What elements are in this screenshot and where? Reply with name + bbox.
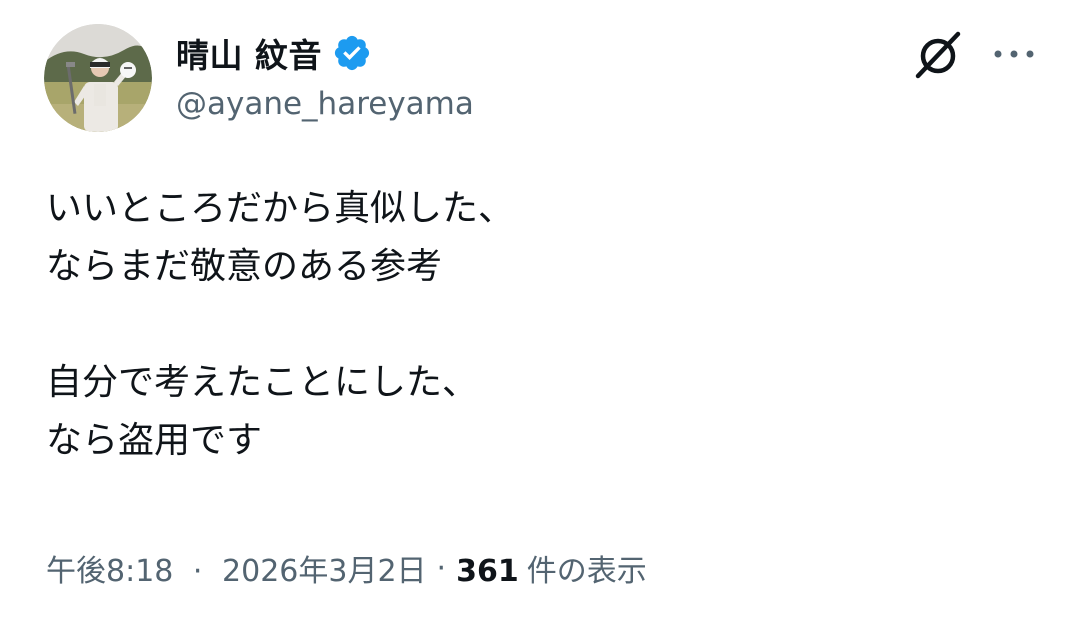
profile-photo-icon [44,24,152,132]
more-horizontal-icon[interactable] [990,36,1038,72]
tweet-timestamp-link[interactable]: 午後8:18 · 2026年3月2日 [46,546,427,590]
tweet-text: いいところだから真似した、 ならまだ敬意のある参考 自分で考えたことにした、 な… [46,180,1026,470]
author-display-name[interactable]: 晴山 紋音 [176,29,322,77]
meta-separator: · [436,550,447,586]
avatar[interactable] [44,24,152,132]
views-link[interactable]: 361 件の表示 [456,546,647,590]
grok-icon[interactable] [910,26,966,82]
tweet-text-line: いいところだから真似した、 [46,188,515,229]
tweet-text-line [46,296,1026,354]
views-count: 361 [456,554,519,589]
author-name-row: 晴山 紋音 [176,30,372,76]
views-label: 件の表示 [526,554,647,589]
tweet-text-line: ならまだ敬意のある参考 [46,246,443,287]
tweet-date: 2026年3月2日 [222,554,427,589]
author-handle[interactable]: @ayane_hareyama [176,86,474,122]
tweet-text-line: なら盗用です [46,420,263,461]
tweet-text-line: 自分で考えたことにした、 [46,362,479,403]
tweet-meta: 午後8:18 · 2026年3月2日 · 361 件の表示 [46,546,647,590]
tweet-time: 午後8:18 [46,554,174,589]
verified-badge-icon [332,33,372,73]
tweet-card: 晴山 紋音 @ayane_hareyama いいところだから真似した、 ならまだ… [0,0,1080,620]
meta-separator: · [192,554,203,589]
